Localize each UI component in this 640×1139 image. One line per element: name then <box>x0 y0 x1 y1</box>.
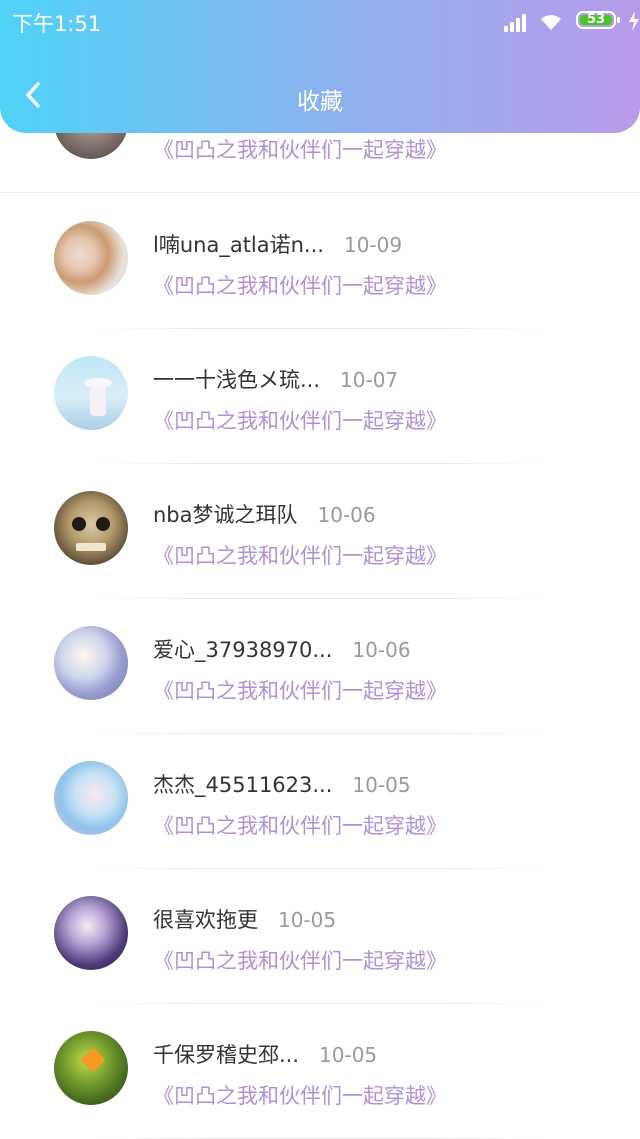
wifi-icon <box>541 15 561 30</box>
list-item[interactable]: 千保罗稽史邳... 10-05 《凹凸之我和伙伴们一起穿越》 <box>0 1004 640 1139</box>
avatar <box>54 761 128 835</box>
user-name: nba梦诚之珥队 10-06 <box>153 503 376 527</box>
list-item[interactable]: 很喜欢拖更 10-05 《凹凸之我和伙伴们一起穿越》 <box>0 869 640 1004</box>
date: 10-07 <box>340 368 399 392</box>
status-time: 下午1:51 <box>12 12 102 36</box>
book-title: 《凹凸之我和伙伴们一起穿越》 <box>153 544 447 568</box>
divider <box>0 192 640 193</box>
book-title: 《凹凸之我和伙伴们一起穿越》 <box>153 949 447 973</box>
avatar <box>54 626 128 700</box>
avatar <box>54 491 128 565</box>
list-item[interactable]: 一一十浅色メ琉... 10-07 《凹凸之我和伙伴们一起穿越》 <box>0 329 640 464</box>
signal-icon <box>504 12 530 32</box>
book-title: 《凹凸之我和伙伴们一起穿越》 <box>153 409 447 433</box>
book-title: 《凹凸之我和伙伴们一起穿越》 <box>153 1084 447 1108</box>
user-name: l喃una_atla诺n... 10-09 <box>153 233 403 257</box>
app-header: 下午1:51 53 收藏 <box>0 0 640 133</box>
book-title: 《凹凸之我和伙伴们一起穿越》 <box>153 814 447 838</box>
battery-icon: 53 <box>576 11 620 29</box>
date: 10-09 <box>343 233 403 257</box>
user-name: 杰杰_45511623... 10-05 <box>153 773 411 797</box>
user-name: 爱心_37938970... 10-06 <box>153 638 411 662</box>
status-icons: 53 <box>480 10 640 34</box>
avatar <box>54 1031 128 1105</box>
date: 10-06 <box>352 638 411 662</box>
book-title: 《凹凸之我和伙伴们一起穿越》 <box>153 138 447 162</box>
book-title: 《凹凸之我和伙伴们一起穿越》 <box>153 274 447 298</box>
book-title: 《凹凸之我和伙伴们一起穿越》 <box>153 679 447 703</box>
page-title: 收藏 <box>297 89 343 115</box>
battery-level: 53 <box>586 12 606 27</box>
date: 10-05 <box>278 908 337 932</box>
avatar <box>54 221 128 295</box>
date: 10-05 <box>319 1043 378 1067</box>
avatar <box>54 896 128 970</box>
avatar <box>54 356 128 430</box>
list-item[interactable]: nba梦诚之珥队 10-06 《凹凸之我和伙伴们一起穿越》 <box>0 464 640 599</box>
user-name: 很喜欢拖更 10-05 <box>153 908 337 932</box>
list-item[interactable]: 杰杰_45511623... 10-05 《凹凸之我和伙伴们一起穿越》 <box>0 734 640 869</box>
user-name: 一一十浅色メ琉... 10-07 <box>153 368 399 392</box>
list-item[interactable]: l喃una_atla诺n... 10-09 《凹凸之我和伙伴们一起穿越》 <box>0 194 640 329</box>
date: 10-06 <box>317 503 376 527</box>
charging-icon <box>629 11 639 31</box>
list-item[interactable]: 爱心_37938970... 10-06 《凹凸之我和伙伴们一起穿越》 <box>0 599 640 734</box>
user-name: 千保罗稽史邳... 10-05 <box>153 1043 378 1067</box>
date: 10-05 <box>352 773 411 797</box>
